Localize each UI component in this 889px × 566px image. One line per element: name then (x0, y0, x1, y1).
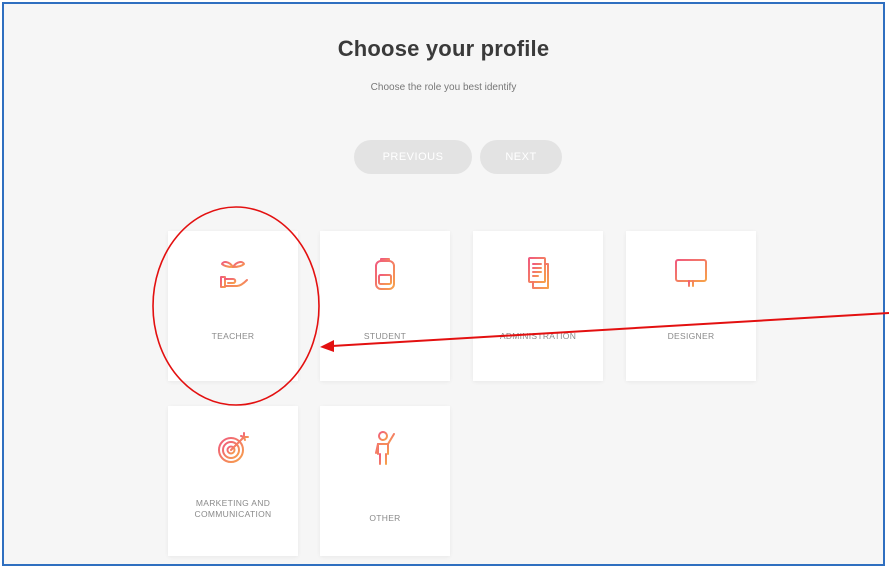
previous-button[interactable]: PREVIOUS (354, 140, 472, 174)
profile-card-teacher[interactable]: TEACHER (168, 231, 298, 381)
documents-icon (528, 257, 549, 289)
monitor-icon (675, 259, 707, 288)
profile-label: DESIGNER (667, 331, 715, 341)
profile-label: STUDENT (363, 331, 407, 341)
profile-label: TEACHER (211, 331, 255, 341)
profile-card-marketing[interactable]: MARKETING AND COMMUNICATION (168, 406, 298, 556)
page-subtitle: Choose the role you best identify (370, 82, 517, 93)
page-title: Choose your profile (337, 36, 550, 61)
next-button[interactable]: NEXT (480, 140, 562, 174)
profile-label: OTHER (369, 513, 401, 523)
backpack-icon (375, 258, 395, 290)
target-icon (218, 432, 249, 463)
profile-card-administration[interactable]: ADMINISTRATION (473, 231, 603, 381)
app-window: Choose your profile Choose the role you … (2, 2, 885, 566)
plant-hand-icon (220, 261, 248, 288)
profile-card-student[interactable]: STUDENT (320, 231, 450, 381)
profile-card-other[interactable]: OTHER (320, 406, 450, 556)
profile-label: ADMINISTRATION (499, 331, 577, 341)
person-waving-icon (375, 431, 395, 465)
profile-label: MARKETING AND COMMUNICATION (194, 498, 272, 519)
profile-card-designer[interactable]: DESIGNER (626, 231, 756, 381)
